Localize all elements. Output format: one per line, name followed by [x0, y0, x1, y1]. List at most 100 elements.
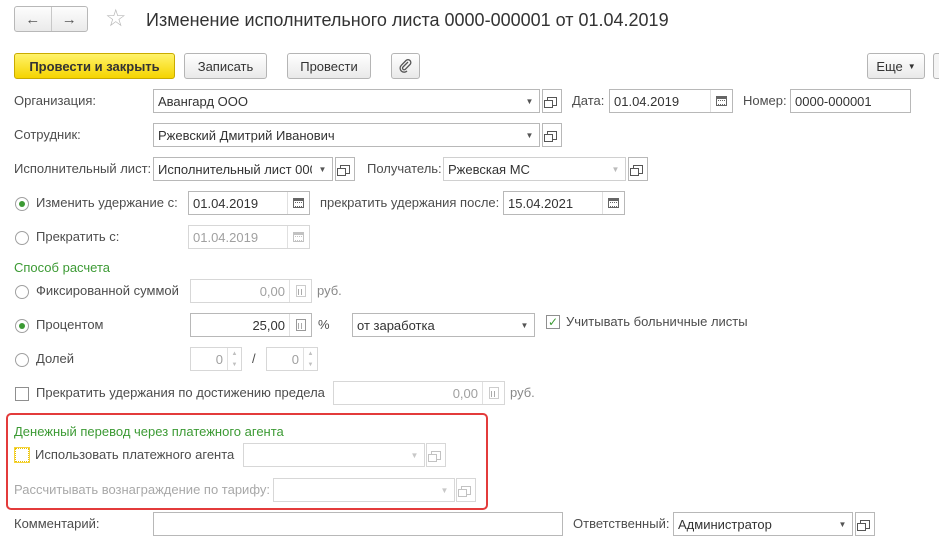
dropdown-icon[interactable]: ▼	[605, 158, 625, 180]
back-icon[interactable]: ←	[15, 7, 51, 31]
agent-open-button[interactable]	[426, 443, 446, 467]
spin-buttons[interactable]: ▲ ▼	[227, 348, 241, 370]
favorite-star-icon[interactable]: ☆	[105, 4, 127, 34]
limit-label: Прекратить удержания по достижению преде…	[36, 385, 325, 400]
recipient-field[interactable]: Ржевская МС ▼	[443, 157, 626, 181]
dropdown-icon[interactable]: ▼	[514, 314, 534, 336]
open-icon	[630, 164, 643, 176]
date-field[interactable]: 01.04.2019	[609, 89, 733, 113]
calendar-icon	[716, 96, 727, 106]
share-label: Долей	[36, 351, 74, 366]
dropdown-icon[interactable]: ▼	[404, 444, 424, 466]
date-value: 01.04.2019	[614, 93, 680, 109]
open-icon	[458, 485, 471, 497]
calculator-icon	[295, 285, 306, 297]
writ-label: Исполнительный лист:	[14, 161, 152, 176]
fixed-label: Фиксированной суммой	[36, 283, 179, 298]
number-label: Номер:	[743, 93, 787, 108]
fixed-amount-field[interactable]: 0,00	[190, 279, 312, 303]
percent-base-value: от заработка	[357, 317, 435, 333]
recipient-open-button[interactable]	[628, 157, 648, 181]
agent-section-title: Денежный перевод через платежного агента	[14, 424, 284, 439]
save-button[interactable]: Записать	[184, 53, 267, 79]
percent-value: 25,00	[252, 317, 285, 333]
employee-label: Сотрудник:	[14, 127, 81, 142]
employee-field[interactable]: Ржевский Дмитрий Иванович ▼	[153, 123, 540, 147]
recipient-label: Получатель:	[367, 161, 442, 176]
calculator-icon	[295, 319, 306, 331]
calculator-button[interactable]	[482, 382, 504, 404]
forward-icon[interactable]: →	[50, 7, 88, 31]
stop-after-label: прекратить удержания после:	[320, 195, 500, 210]
fixed-radio[interactable]	[15, 285, 29, 299]
limit-unit: руб.	[510, 385, 535, 400]
dropdown-icon[interactable]: ▼	[312, 158, 332, 180]
date-label: Дата:	[572, 93, 605, 108]
calendar-button[interactable]	[710, 90, 732, 112]
comment-field[interactable]	[153, 512, 563, 536]
org-field[interactable]: Авангард ООО ▼	[153, 89, 540, 113]
calculator-button[interactable]	[289, 280, 311, 302]
limit-checkbox[interactable]	[15, 387, 29, 401]
calculator-button[interactable]	[289, 314, 311, 336]
more-label: Еще	[876, 58, 903, 74]
calendar-button[interactable]	[287, 226, 309, 248]
share-denominator-value: 0	[291, 351, 299, 367]
dropdown-icon[interactable]: ▼	[519, 90, 539, 112]
post-and-close-button[interactable]: Провести и закрыть	[14, 53, 175, 79]
dropdown-icon[interactable]: ▼	[434, 479, 454, 501]
org-label: Организация:	[14, 93, 97, 108]
page-title: Изменение исполнительного листа 0000-000…	[146, 10, 669, 30]
open-icon	[428, 450, 441, 462]
dropdown-icon[interactable]: ▼	[519, 124, 539, 146]
number-value: 0000-000001	[795, 93, 872, 109]
writ-open-button[interactable]	[335, 157, 355, 181]
calendar-icon	[608, 198, 619, 208]
use-agent-checkbox[interactable]	[14, 447, 30, 463]
attach-button[interactable]	[391, 53, 420, 79]
tariff-label: Рассчитывать вознаграждение по тарифу:	[14, 482, 270, 497]
writ-field[interactable]: Исполнительный лист 0000 ▼	[153, 157, 333, 181]
agent-field[interactable]: ▼	[243, 443, 425, 467]
share-numerator-field[interactable]: 0 ▲ ▼	[190, 347, 242, 371]
tariff-open-button[interactable]	[456, 478, 476, 502]
open-icon	[544, 130, 557, 142]
change-date-field[interactable]: 01.04.2019	[188, 191, 310, 215]
help-button-edge[interactable]	[933, 53, 939, 79]
percent-base-select[interactable]: от заработка ▼	[352, 313, 535, 337]
use-agent-label: Использовать платежного агента	[35, 447, 235, 462]
calendar-button[interactable]	[602, 192, 624, 214]
recipient-value: Ржевская МС	[448, 161, 530, 177]
change-radio[interactable]	[15, 197, 29, 211]
writ-value: Исполнительный лист 0000	[158, 161, 312, 177]
more-button[interactable]: Еще ▼	[867, 53, 925, 79]
sick-leave-label: Учитывать больничные листы	[566, 314, 748, 329]
post-button[interactable]: Провести	[287, 53, 371, 79]
percent-unit: %	[318, 317, 330, 332]
employee-value: Ржевский Дмитрий Иванович	[158, 127, 335, 143]
fixed-unit: руб.	[317, 283, 342, 298]
percent-field[interactable]: 25,00	[190, 313, 312, 337]
number-field[interactable]: 0000-000001	[790, 89, 911, 113]
calendar-button[interactable]	[287, 192, 309, 214]
tariff-field[interactable]: ▼	[273, 478, 455, 502]
share-denominator-field[interactable]: 0 ▲ ▼	[266, 347, 318, 371]
stop-after-date-field[interactable]: 15.04.2021	[503, 191, 625, 215]
terminate-label: Прекратить с:	[36, 229, 120, 244]
employee-open-button[interactable]	[542, 123, 562, 147]
sick-leave-checkbox[interactable]: ✓	[546, 315, 560, 329]
spin-buttons[interactable]: ▲ ▼	[303, 348, 317, 370]
percent-radio[interactable]	[15, 319, 29, 333]
responsible-field[interactable]: Администратор ▼	[673, 512, 853, 536]
terminate-date-value: 01.04.2019	[193, 229, 259, 245]
terminate-date-field[interactable]: 01.04.2019	[188, 225, 310, 249]
dropdown-icon[interactable]: ▼	[832, 513, 852, 535]
org-open-button[interactable]	[542, 89, 562, 113]
percent-label: Процентом	[36, 317, 104, 332]
share-radio[interactable]	[15, 353, 29, 367]
terminate-radio[interactable]	[15, 231, 29, 245]
limit-field[interactable]: 0,00	[333, 381, 505, 405]
stop-after-date-value: 15.04.2021	[508, 195, 574, 211]
responsible-open-button[interactable]	[855, 512, 875, 536]
open-icon	[544, 96, 557, 108]
